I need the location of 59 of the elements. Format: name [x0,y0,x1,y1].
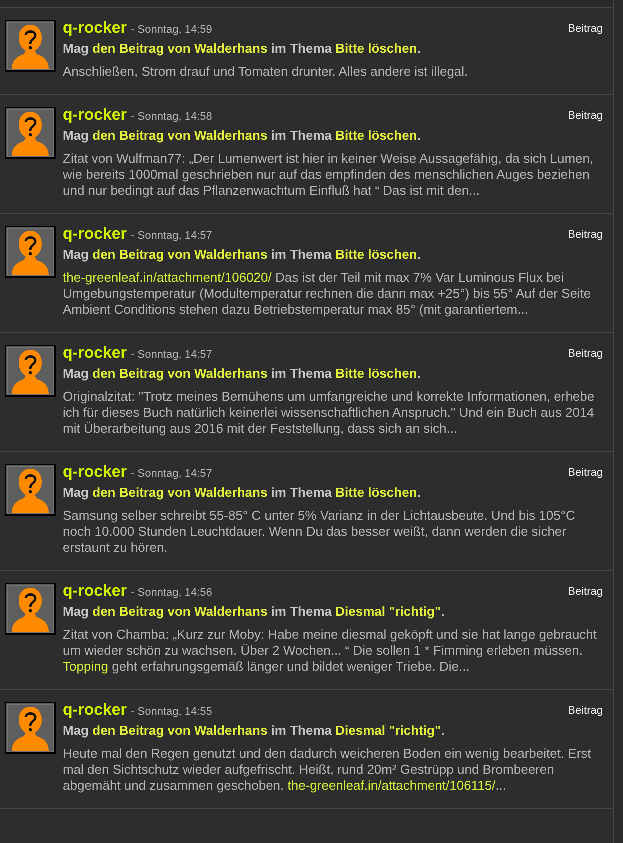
post-excerpt: the-greenleaf.in/attachment/106020/ Das ist der Teil mit max 7% Var Luminous Flux bei Umgebungstemperatur (Modultemperatur rechnen die dann max +25°) bis 55° Auf der Seite Ambient Conditions stehen dazu Betriebstemperatur max 85° (mit garantiertem... [63,270,592,318]
activity-sentence: Mag den Beitrag von Walderhans im Thema Bitte löschen. [63,128,422,144]
activity-sentence: Mag den Beitrag von Walderhans im Thema Bitte löschen. [63,366,422,382]
person-silhouette-icon [5,107,56,159]
content-type-label: Beitrag [568,22,603,37]
post-link[interactable]: den Beitrag von Walderhans [92,128,268,143]
content-type-label: Beitrag [568,466,603,481]
post-excerpt: Anschließen, Strom drauf und Tomaten drunter. Alles andere ist illegal. [63,64,470,80]
thread-link[interactable]: Bitte löschen [336,128,418,143]
post-excerpt: Heute mal den Regen genutzt und den dadurch weicheren Boden ein wenig bearbeitet. Erst mal den Sichtschutz wieder aufgefrischt. Heißt, rund 20m² Gestrüpp und Brombeeren abgemäht und zusammen geschoben. the-greenleaf.in/attachment/106115/... [63,746,592,794]
thread-link[interactable]: Bitte löschen [336,247,418,262]
post-link[interactable]: den Beitrag von Walderhans [92,485,268,500]
activity-sentence: Mag den Beitrag von Walderhans im Thema Diesmal "richtig". [63,604,446,620]
content-type-label: Beitrag [568,108,603,124]
post-excerpt: Zitat von Wulfman77: „Der Lumenwert ist hier in keiner Weise Aussagefähig, da sich Lumen, wie bereits 1000mal geschrieben nur auf das empfinden des menschlichen Auges beziehen und nur bedingt auf das Pflanzenwachtum Einfluß hat “ Das ist mit den... [63,151,595,199]
person-silhouette-icon [5,702,56,754]
person-silhouette-icon [5,583,56,635]
post-timestamp: - Sonntag, 14:55 [131,704,212,720]
person-silhouette-icon [5,226,56,278]
activity-sentence: Mag den Beitrag von Walderhans im Thema Diesmal "richtig". [63,723,446,739]
thread-link[interactable]: Bitte löschen [336,41,418,56]
activity-sentence: Mag den Beitrag von Walderhans im Thema Bitte löschen. [63,485,422,501]
post-timestamp: - Sonntag, 14:57 [131,466,212,482]
person-silhouette-icon [5,464,56,516]
post-timestamp: - Sonntag, 14:57 [131,228,212,244]
post-link[interactable]: den Beitrag von Walderhans [92,366,268,381]
inline-link[interactable]: the-greenleaf.in/attachment/106115/ [288,778,496,793]
post-timestamp: - Sonntag, 14:59 [131,22,212,38]
inline-link[interactable]: Topping [63,659,109,674]
content-type-label: Beitrag [568,584,603,600]
post-link[interactable]: den Beitrag von Walderhans [92,723,268,738]
inline-link[interactable]: the-greenleaf.in/attachment/106020/ [63,270,272,285]
thread-link[interactable]: Bitte löschen [336,485,418,500]
content-type-label: Beitrag [568,228,603,243]
thread-link[interactable]: Bitte löschen [336,366,418,381]
content-type-label: Beitrag [568,704,603,719]
post-link[interactable]: den Beitrag von Walderhans [92,41,268,56]
person-silhouette-icon [5,20,56,72]
post-link[interactable]: den Beitrag von Walderhans [92,247,268,262]
post-timestamp: - Sonntag, 14:56 [131,586,212,601]
content-type-label: Beitrag [568,346,603,362]
post-timestamp: - Sonntag, 14:58 [131,110,212,125]
username-link[interactable]: q-rocker [63,20,128,38]
thread-link[interactable]: Diesmal "richtig" [336,723,442,738]
username-link[interactable]: q-rocker [63,344,128,363]
post-excerpt: Zitat von Chamba: „Kurz zur Moby: Habe meine diesmal geköpft und sie hat lange gebraucht um wieder schön zu wachsen. Über 2 Wochen... “ Die sollen 1 * Fimming erleben müssen. Topping geht erfahrungsgemäß länger und bildet weniger Triebe. Die... [63,627,598,675]
username-link[interactable]: q-rocker [63,582,128,601]
username-link[interactable]: q-rocker [63,464,128,482]
username-link[interactable]: q-rocker [63,226,128,244]
activity-sentence: Mag den Beitrag von Walderhans im Thema Bitte löschen. [63,41,422,57]
thread-link[interactable]: Diesmal "richtig" [336,604,442,619]
post-excerpt: Originalzitat: "Trotz meines Bemühens um umfangreiche und korrekte Informationen, erhebe ich für dieses Buch natürlich keinerlei wissenschaftlichen Anspruch." Und ein Buch aus 2014 mit Überarbeitung aus 2016 mit der Feststellung, dass sich an sich... [63,389,596,437]
post-excerpt: Samsung selber schreibt 55-85° C unter 5% Varianz in der Lichtausbeute. Und bis 105°C noch 10.000 Stunden Leuchtdauer. Wenn Du das besser weißt, dann werden die sicher erstaunt zu hören. [63,508,576,556]
post-link[interactable]: den Beitrag von Walderhans [92,604,268,619]
username-link[interactable]: q-rocker [63,702,128,720]
activity-sentence: Mag den Beitrag von Walderhans im Thema Bitte löschen. [63,247,422,263]
username-link[interactable]: q-rocker [63,106,128,125]
post-timestamp: - Sonntag, 14:57 [131,348,212,363]
person-silhouette-icon [5,345,56,397]
